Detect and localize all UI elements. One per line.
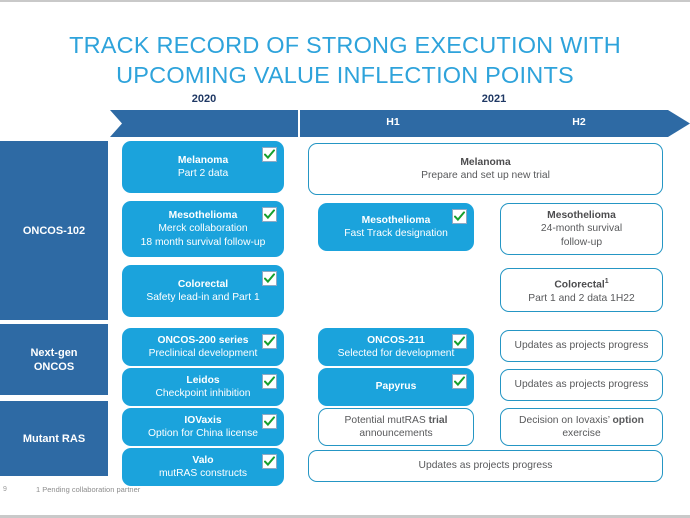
sidebar-item-mutant-ras: Mutant RAS (0, 401, 108, 476)
slide-canvas: TRACK RECORD OF STRONG EXECUTION WITH UP… (0, 0, 690, 518)
card-melanoma-2020[interactable]: Melanoma Part 2 data (122, 141, 284, 193)
check-icon (452, 334, 467, 349)
card-title: Colorectal (177, 278, 229, 290)
card-title: Papyrus (375, 381, 417, 393)
card-subtitle: 24-month survival (540, 223, 623, 235)
card-title: Melanoma (177, 154, 229, 166)
footnote-marker: 1 (604, 277, 609, 285)
card-subtitle: Updates as projects progress (514, 340, 649, 352)
card-title: Decision on Iovaxis’ option (519, 414, 644, 426)
card-updates-h2-a[interactable]: Updates as projects progress (500, 330, 663, 362)
card-subtitle: Updates as projects progress (514, 379, 649, 391)
card-melanoma-2021[interactable]: Melanoma Prepare and set up new trial (308, 143, 663, 195)
card-mesothelioma-2020[interactable]: Mesothelioma Merck collaboration 18 mont… (122, 201, 284, 257)
check-icon (452, 209, 467, 224)
card-title: ONCOS-211 (367, 334, 425, 346)
timeline-arrow-segment-2020 (110, 110, 298, 137)
timeline-year-2021: 2021 (481, 93, 507, 105)
card-subtitle-2: follow-up (560, 236, 603, 248)
card-updates-h2-b[interactable]: Updates as projects progress (500, 369, 663, 401)
footnote-text: 1 Pending collaboration partner (36, 485, 141, 494)
page-title: TRACK RECORD OF STRONG EXECUTION WITH UP… (0, 30, 690, 90)
card-title: Mesothelioma (168, 209, 238, 221)
check-icon (452, 374, 467, 389)
card-mutras-trial-h1[interactable]: Potential mutRAS trial announcements (318, 408, 474, 446)
card-title: Leidos (186, 374, 220, 386)
card-subtitle: Preclinical development (148, 348, 258, 359)
card-subtitle: Part 2 data (177, 168, 229, 179)
card-oncos-200-series-2020[interactable]: ONCOS-200 series Preclinical development (122, 328, 284, 366)
sidebar-item-oncos-102: ONCOS-102 (0, 141, 108, 320)
card-updates-span[interactable]: Updates as projects progress (308, 450, 663, 482)
check-icon (262, 454, 277, 469)
page-title-line-1: TRACK RECORD OF STRONG EXECUTION WITH (69, 32, 621, 58)
timeline: 2020 2021 H1 H2 (110, 93, 690, 137)
card-colorectal-h2[interactable]: Colorectal1 Part 1 and 2 data 1H22 (500, 268, 663, 312)
check-icon (262, 374, 277, 389)
card-title: Melanoma (460, 156, 511, 168)
card-title: Mesothelioma (361, 214, 431, 226)
page-title-line-2: UPCOMING VALUE INFLECTION POINTS (116, 62, 574, 88)
check-icon (262, 334, 277, 349)
check-icon (262, 271, 277, 286)
sidebar-item-next-gen-oncos: Next-gen ONCOS (0, 324, 108, 395)
sidebar-item-label: Next-gen ONCOS (30, 346, 78, 373)
card-title: IOVaxis (184, 414, 222, 426)
card-title: ONCOS-200 series (157, 334, 249, 346)
sidebar-item-label: ONCOS-102 (22, 224, 86, 237)
timeline-half-h1: H1 (386, 116, 400, 128)
sidebar-item-label: Mutant RAS (22, 432, 86, 445)
card-title: Potential mutRAS trial (344, 414, 448, 426)
card-colorectal-2020[interactable]: Colorectal Safety lead-in and Part 1 (122, 265, 284, 317)
card-iovaxis-option-h2[interactable]: Decision on Iovaxis’ option exercise (500, 408, 663, 446)
card-subtitle: exercise (562, 428, 601, 439)
timeline-year-2020: 2020 (191, 93, 217, 105)
timeline-half-h2: H2 (572, 116, 586, 128)
check-icon (262, 147, 277, 162)
card-papyrus-h1[interactable]: Papyrus (318, 368, 474, 406)
card-subtitle: Checkpoint inhibition (155, 388, 251, 399)
card-valo-2020[interactable]: Valo mutRAS constructs (122, 448, 284, 486)
card-subtitle: Merck collaboration (158, 223, 248, 235)
card-title: Valo (192, 454, 214, 466)
card-subtitle: mutRAS constructs (158, 468, 248, 479)
check-icon (262, 207, 277, 222)
card-mesothelioma-h1[interactable]: Mesothelioma Fast Track designation (318, 203, 474, 251)
card-subtitle: Selected for development (337, 348, 455, 359)
card-subtitle: Option for China license (148, 428, 258, 439)
card-subtitle: announcements (359, 428, 433, 439)
card-title: Mesothelioma (547, 209, 616, 221)
card-subtitle: Prepare and set up new trial (421, 170, 550, 181)
card-leidos-2020[interactable]: Leidos Checkpoint inhibition (122, 368, 284, 406)
page-number: 9 (3, 486, 7, 493)
card-subtitle-2: 18 month survival follow-up (140, 236, 266, 248)
check-icon (262, 414, 277, 429)
card-subtitle: Safety lead-in and Part 1 (146, 292, 260, 303)
card-title: Colorectal1 (554, 277, 609, 291)
card-subtitle: Fast Track designation (344, 228, 448, 239)
card-subtitle: Updates as projects progress (418, 460, 553, 472)
card-subtitle: Part 1 and 2 data 1H22 (528, 292, 635, 304)
card-mesothelioma-h2[interactable]: Mesothelioma 24-month survival follow-up (500, 203, 663, 255)
card-iovaxis-2020[interactable]: IOVaxis Option for China license (122, 408, 284, 446)
card-oncos-211-h1[interactable]: ONCOS-211 Selected for development (318, 328, 474, 366)
